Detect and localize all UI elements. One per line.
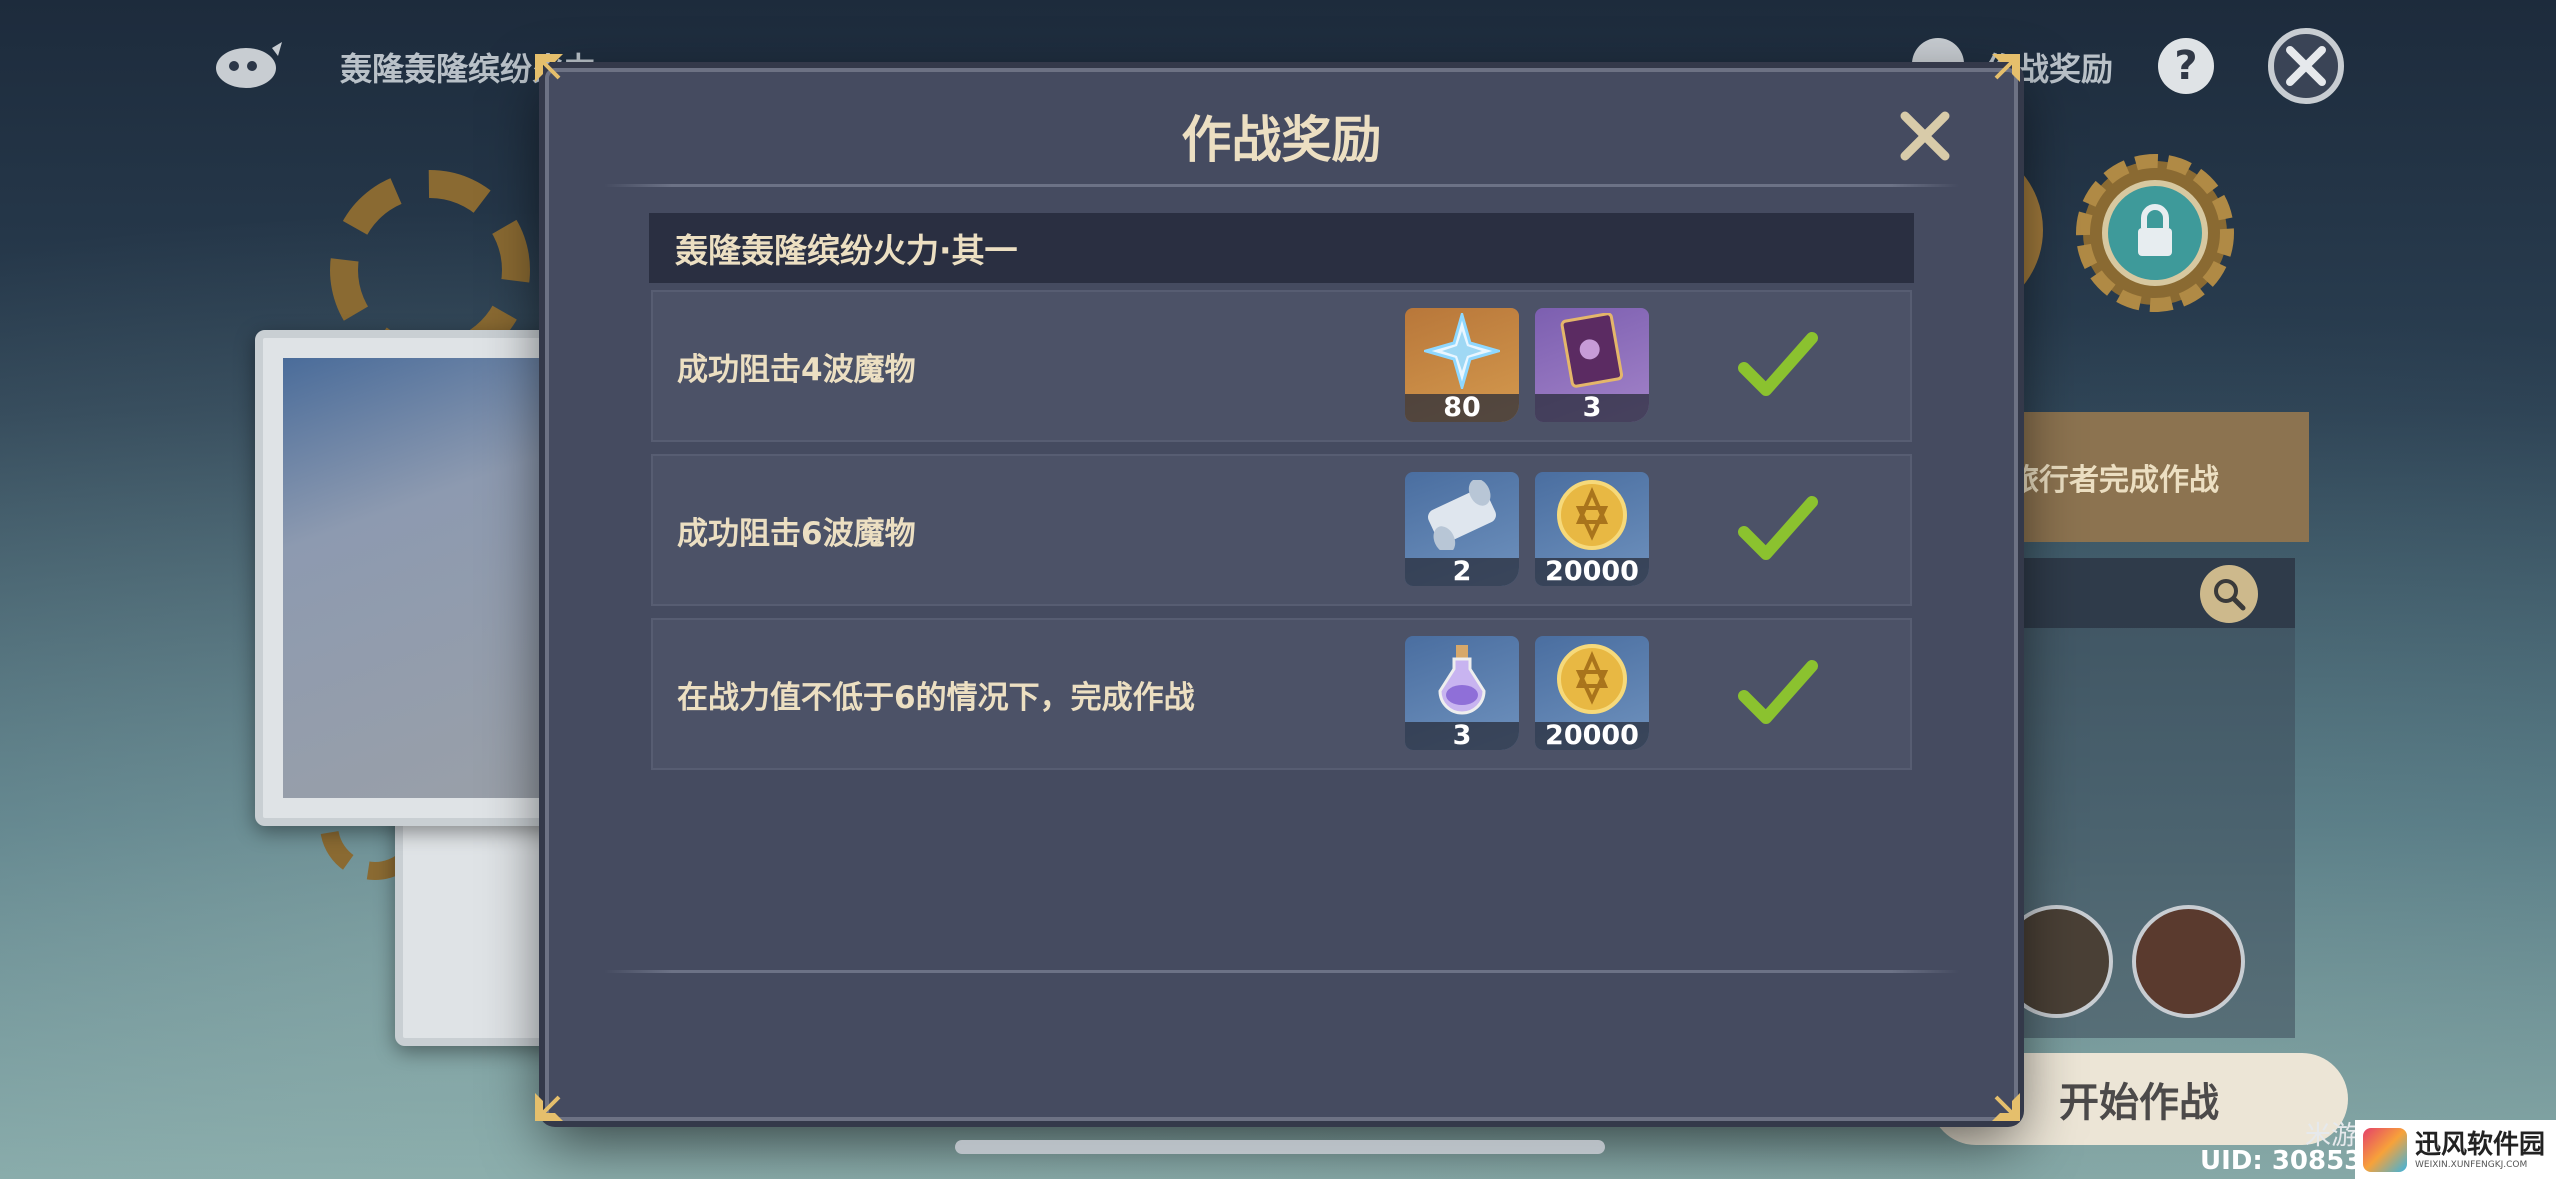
reward-count: 3 [1405,722,1519,750]
completed-check-icon [1738,496,1818,560]
task-row: 成功阻击6波魔物 2 20000 [651,454,1912,606]
hero-wit-scroll-icon [1428,480,1496,550]
dialog-title: 作战奖励 [1181,111,1382,169]
search-button[interactable] [2200,565,2258,623]
watermark-title: 迅风软件园 [2415,1129,2546,1160]
mora-coin-icon [1557,644,1627,714]
corner-ornament-icon [533,52,571,90]
reward-item[interactable]: 20000 [1535,636,1649,750]
help-button[interactable]: ? [2158,38,2214,94]
reward-item[interactable]: 80 [1405,308,1519,422]
task-row: 成功阻击4波魔物 80 3 [651,290,1912,442]
reward-count: 20000 [1535,722,1649,750]
event-logo-icon [212,38,284,90]
side-panel-label: 旅行者完成作战 [1995,412,2309,542]
reward-count: 2 [1405,558,1519,586]
dialog-close-button[interactable] [1897,108,1953,164]
reward-item[interactable]: 2 [1405,472,1519,586]
task-description: 成功阻击4波魔物 [677,351,916,388]
close-screen-button[interactable] [2268,28,2344,104]
potion-bottle-icon [1438,645,1486,715]
combat-rewards-dialog: 作战奖励 轰隆轰隆缤纷火力·其一 成功阻击4波魔物 80 3 成功阻击6波魔物 … [545,68,2018,1121]
close-icon [2286,46,2326,86]
talent-book-icon [1560,313,1624,388]
corner-ornament-icon [533,1085,571,1123]
locked-gear-icon [2070,148,2240,318]
reward-count: 80 [1405,394,1519,422]
search-icon [2214,579,2246,611]
corner-ornament-icon [1984,1085,2022,1123]
watermark: 迅风软件园 WEIXIN.XUNFENGKJ.COM [2355,1120,2556,1179]
stage-preview-card [255,330,591,826]
primogem-icon [1424,313,1500,389]
watermark-logo-icon [2363,1127,2407,1172]
home-indicator[interactable] [955,1140,1605,1154]
monster-avatar-2[interactable] [2132,905,2245,1018]
completed-check-icon [1738,332,1818,396]
task-description: 成功阻击6波魔物 [677,515,916,552]
reward-item[interactable]: 3 [1405,636,1519,750]
reward-item[interactable]: 3 [1535,308,1649,422]
completed-check-icon [1738,660,1818,724]
mora-coin-icon [1557,480,1627,550]
close-icon [1900,111,1950,161]
watermark-subtitle: WEIXIN.XUNFENGKJ.COM [2415,1159,2528,1170]
title-divider [604,184,1959,187]
task-description: 在战力值不低于6的情况下，完成作战 [677,679,1195,716]
bottom-divider [604,970,1959,973]
reward-item[interactable]: 20000 [1535,472,1649,586]
section-header: 轰隆轰隆缤纷火力·其一 [649,213,1914,283]
task-row: 在战力值不低于6的情况下，完成作战 3 20000 [651,618,1912,770]
corner-ornament-icon [1984,52,2022,90]
reward-count: 20000 [1535,558,1649,586]
reward-count: 3 [1535,394,1649,422]
